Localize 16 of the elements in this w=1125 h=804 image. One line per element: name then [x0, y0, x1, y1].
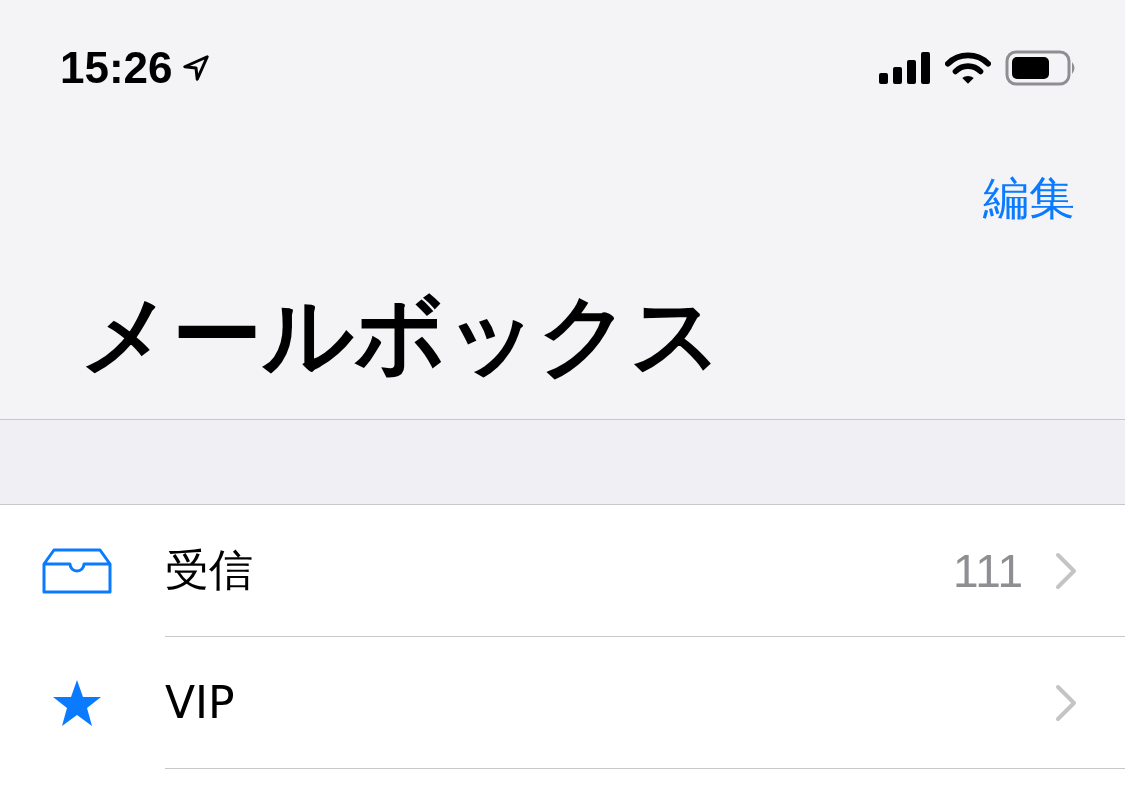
tray-icon [41, 548, 112, 594]
mailbox-row[interactable]: VIP [0, 637, 1125, 769]
unread-count: 111 [953, 543, 1023, 598]
signal-icon [879, 52, 931, 84]
location-arrow-icon [180, 53, 211, 83]
battery-icon [1005, 50, 1077, 86]
mailbox-label: VIP [165, 677, 236, 728]
mailbox-label: 受信 [165, 543, 254, 597]
chevron-icon [1055, 551, 1077, 590]
mailbox-row[interactable]: 受信 111 [0, 505, 1125, 637]
edit-button[interactable]: 編集 [983, 168, 1075, 230]
page-title: メールボックス [80, 290, 723, 380]
chevron-icon [1055, 683, 1077, 722]
wifi-icon [945, 51, 991, 85]
status-time: 15:26 [60, 43, 173, 93]
star-icon [51, 679, 102, 727]
